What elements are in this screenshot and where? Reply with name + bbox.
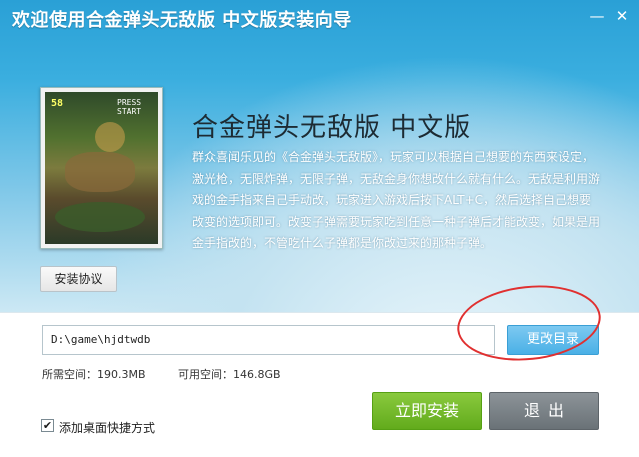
install-now-button[interactable]: 立即安装 [372, 392, 482, 430]
screenshot-shape [55, 202, 145, 232]
install-path-input[interactable]: D:\game\hjdtwdb [42, 325, 495, 355]
window-title: 欢迎使用合金弹头无敌版 中文版安装向导 [12, 10, 352, 31]
screenshot-shape [95, 122, 125, 152]
game-screenshot-image: 58 PRESS START [45, 92, 158, 244]
screenshot-press-start: PRESS START [117, 98, 142, 116]
product-title: 合金弹头无敌版 中文版 [192, 113, 472, 143]
available-space-text: 可用空间：146.8GB [178, 368, 281, 381]
game-screenshot: 58 PRESS START [40, 87, 163, 249]
product-description: 群众喜闻乐见的《合金弹头无敌版》，玩家可以根据自己想要的东西来设定，激光枪，无限… [192, 150, 601, 250]
desktop-shortcut-checkbox[interactable]: ✔ [41, 419, 54, 432]
header-panel: 欢迎使用合金弹头无敌版 中文版安装向导 — ✕ 58 PRESS START 安… [0, 0, 639, 312]
exit-button[interactable]: 退出 [489, 392, 599, 430]
install-agreement-button[interactable]: 安装协议 [40, 266, 117, 292]
screenshot-score: 58 [51, 98, 64, 109]
close-icon[interactable]: ✕ [610, 5, 634, 27]
required-space-text: 所需空间：190.3MB [42, 368, 146, 381]
minimize-icon[interactable]: — [585, 5, 609, 27]
desktop-shortcut-label[interactable]: 添加桌面快捷方式 [59, 419, 155, 436]
screenshot-shape [65, 152, 135, 192]
